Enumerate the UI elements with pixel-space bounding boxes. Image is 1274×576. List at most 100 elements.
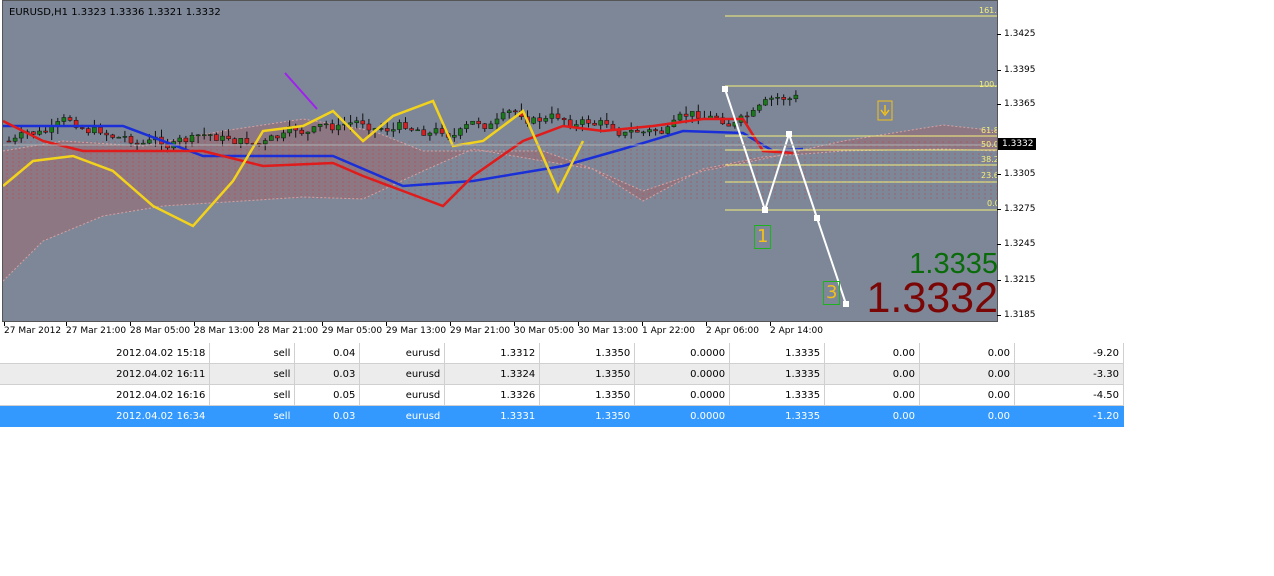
price-tick: 1.3185 — [997, 310, 1036, 320]
bull-candle — [470, 120, 475, 125]
order-profit: -9.20 — [1014, 343, 1125, 364]
bull-candle — [140, 142, 146, 145]
price-axis[interactable]: 1.3425 1.3395 1.3365 1.3305 1.3275 1.324… — [997, 0, 1040, 322]
bull-candle — [116, 136, 122, 139]
order-time: 2012.04.02 16:11 — [0, 363, 211, 385]
bear-candle — [592, 123, 597, 126]
bear-candle — [79, 127, 85, 129]
order-open-price: 1.3324 — [444, 363, 541, 385]
bull-candle — [677, 113, 683, 121]
order-lots: 0.04 — [294, 343, 361, 364]
bull-candle — [311, 126, 317, 133]
price-tick: 1.3395 — [997, 65, 1036, 75]
order-stop-loss: 1.3350 — [539, 384, 636, 406]
order-type: sell — [209, 363, 296, 385]
bull-candle — [397, 122, 402, 130]
bear-candle — [244, 138, 250, 144]
bear-candle — [696, 111, 701, 119]
bull-candle — [531, 117, 536, 124]
bull-candle — [452, 135, 457, 138]
time-tick: 27 Mar 2012 — [4, 322, 62, 336]
bull-candle — [433, 128, 439, 134]
order-open-price: 1.3331 — [444, 405, 541, 427]
bull-candle — [464, 124, 469, 129]
bull-candle — [641, 131, 646, 134]
order-profit: -4.50 — [1014, 384, 1125, 406]
zigzag-point — [722, 86, 728, 92]
order-lots: 0.03 — [294, 363, 361, 385]
order-take-profit: 0.0000 — [634, 343, 731, 364]
bull-candle — [317, 123, 323, 127]
fibo-level-label: 100.0 — [979, 80, 997, 89]
bear-candle — [6, 140, 12, 143]
bull-candle — [494, 118, 500, 125]
chart-canvas[interactable] — [3, 1, 998, 322]
order-take-profit: 0.0000 — [634, 363, 731, 385]
bear-candle — [275, 135, 280, 139]
order-profit: -3.30 — [1014, 363, 1125, 385]
bear-candle — [232, 138, 237, 145]
elliott-wave-label-1[interactable]: 1 — [754, 225, 772, 249]
bull-candle — [238, 138, 244, 145]
bull-candle — [49, 126, 54, 133]
down-arrow-glyph — [880, 105, 890, 117]
bull-candle — [506, 110, 512, 113]
bull-candle — [391, 129, 396, 132]
order-symbol: eurusd — [359, 384, 446, 406]
bull-candle — [427, 132, 433, 136]
bear-candle — [482, 123, 488, 129]
ask-price-display: 1.3332 — [866, 274, 998, 322]
order-take-profit: 0.0000 — [634, 384, 731, 406]
chart-title: EURUSD,H1 1.3323 1.3336 1.3321 1.3332 — [9, 7, 221, 18]
time-tick: 30 Mar 13:00 — [578, 322, 639, 336]
bear-candle — [781, 97, 786, 100]
bear-candle — [659, 130, 664, 134]
bear-candle — [635, 130, 640, 133]
bull-candle — [37, 130, 42, 135]
bear-candle — [744, 115, 750, 118]
time-tick: 29 Mar 05:00 — [322, 322, 383, 336]
time-tick: 28 Mar 13:00 — [194, 322, 255, 336]
bull-candle — [189, 135, 195, 143]
order-row[interactable]: 2012.04.02 16:11 sell 0.03 eurusd 1.3324… — [0, 363, 1125, 385]
order-row[interactable]: 2012.04.02 15:18 sell 0.04 eurusd 1.3312… — [0, 343, 1125, 364]
price-chart-plot[interactable]: EURUSD,H1 1.3323 1.3336 1.3321 1.3332 16… — [2, 0, 998, 322]
time-tick: 28 Mar 21:00 — [258, 322, 319, 336]
time-axis[interactable]: 27 Mar 2012 27 Mar 21:00 28 Mar 05:00 28… — [2, 322, 998, 342]
order-commission: 0.00 — [824, 405, 921, 427]
bear-candle — [513, 110, 518, 113]
bear-candle — [409, 128, 414, 131]
bear-candle — [110, 134, 115, 138]
bull-candle — [750, 110, 756, 117]
order-swap: 0.00 — [919, 343, 1015, 364]
bull-candle — [500, 112, 506, 120]
fibo-level-label: 61.8 — [981, 126, 998, 135]
order-row[interactable]: 2012.04.02 16:16 sell 0.05 eurusd 1.3326… — [0, 384, 1125, 406]
bear-candle — [67, 117, 73, 121]
order-stop-loss: 1.3350 — [539, 343, 636, 364]
bear-candle — [86, 128, 91, 134]
bull-candle — [787, 98, 793, 101]
bull-candle — [549, 113, 555, 119]
order-current-price: 1.3335 — [729, 405, 826, 427]
bull-candle — [647, 129, 652, 133]
bull-candle — [622, 131, 628, 136]
chart-window[interactable]: EURUSD,H1 1.3323 1.3336 1.3321 1.3332 16… — [0, 0, 1040, 342]
order-commission: 0.00 — [824, 363, 921, 385]
time-tick: 30 Mar 05:00 — [514, 322, 575, 336]
bull-candle — [348, 122, 353, 125]
bear-candle — [128, 136, 134, 144]
bear-candle — [537, 117, 542, 122]
order-current-price: 1.3335 — [729, 384, 826, 406]
order-row-selected[interactable]: 2012.04.02 16:34 sell 0.03 eurusd 1.3331… — [0, 405, 1125, 427]
order-lots: 0.05 — [294, 384, 361, 406]
elliott-wave-label-3[interactable]: 3 — [823, 281, 841, 305]
fibo-level-label: 161.8 — [979, 6, 997, 15]
bull-candle — [580, 119, 585, 125]
bear-candle — [439, 128, 445, 134]
order-symbol: eurusd — [359, 405, 446, 427]
bull-candle — [665, 126, 671, 134]
order-type: sell — [209, 343, 296, 364]
bull-candle — [336, 124, 341, 131]
time-tick: 28 Mar 05:00 — [130, 322, 191, 336]
